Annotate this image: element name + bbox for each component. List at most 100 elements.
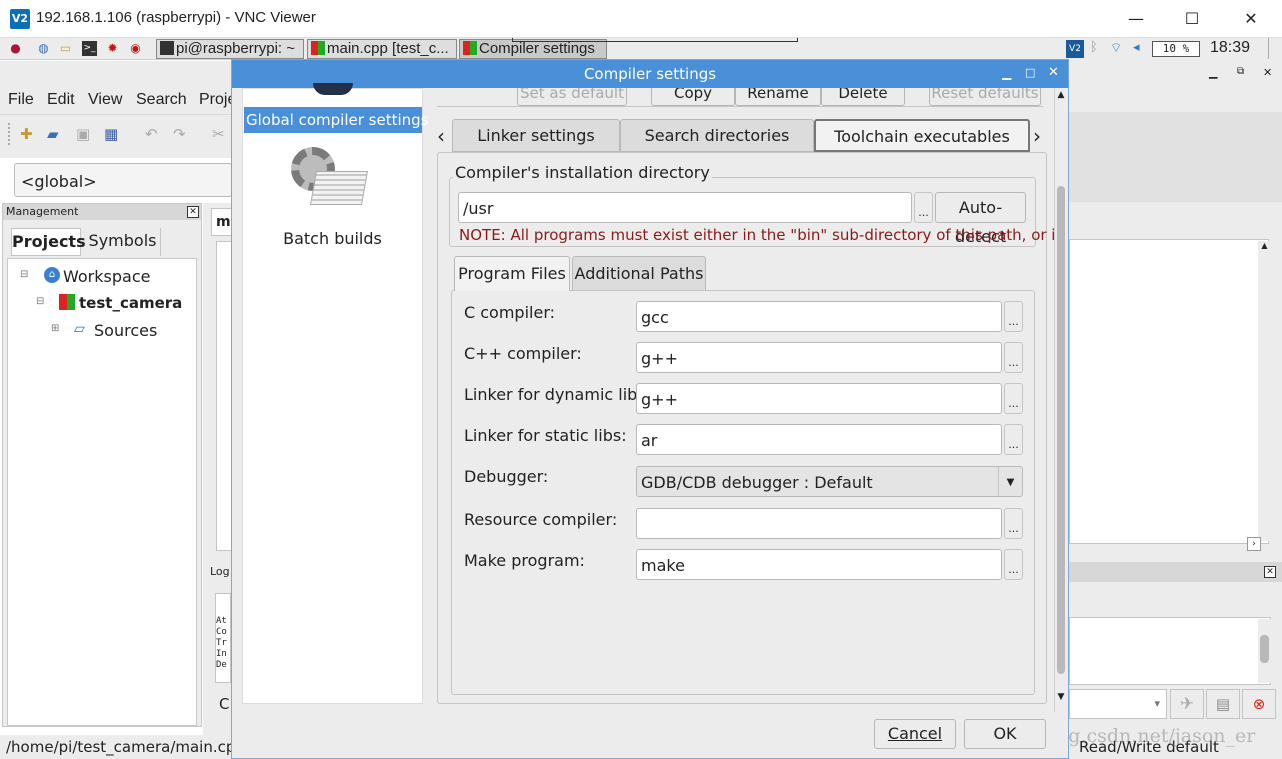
scroll-thumb[interactable] <box>1057 186 1065 674</box>
close-logs-icon[interactable]: ✕ <box>1264 566 1276 578</box>
papers-icon <box>310 171 368 205</box>
editor-tab[interactable]: m <box>211 208 233 236</box>
vnc-tray-icon[interactable]: V2 <box>1066 40 1084 58</box>
debugger-select[interactable]: GDB/CDB debugger : Default ▼ <box>636 466 1023 497</box>
management-title: Management <box>6 205 79 218</box>
scroll-thumb[interactable] <box>1260 635 1269 663</box>
reset-defaults-button[interactable]: Reset defaults <box>929 88 1041 106</box>
tab-toolchain-executables[interactable]: Toolchain executables <box>814 119 1030 152</box>
editor-area[interactable] <box>216 241 232 551</box>
scope-combo[interactable]: <global> <box>14 163 232 197</box>
tree-project[interactable]: test_camera <box>79 294 182 312</box>
dynamic-linker-browse-button[interactable]: ... <box>1004 383 1023 414</box>
terminal-icon[interactable]: >_ <box>82 41 97 56</box>
close-window-button[interactable]: ✕ <box>1222 0 1280 38</box>
scroll-down-icon[interactable]: ▼ <box>1055 692 1067 702</box>
subtab-program-files[interactable]: Program Files <box>454 256 570 291</box>
toolbar-area <box>1069 112 1282 202</box>
minimize-button[interactable]: — <box>1107 0 1165 38</box>
dialog-close-icon[interactable]: ✕ <box>1048 65 1059 80</box>
stop-icon[interactable]: ⊗ <box>1242 689 1276 719</box>
dialog-maximize-icon[interactable]: □ <box>1025 66 1035 79</box>
raspberry-menu-icon[interactable]: ● <box>8 41 23 56</box>
maximize-button[interactable]: ☐ <box>1163 0 1221 38</box>
resource-compiler-browse-button[interactable]: ... <box>1004 508 1023 539</box>
auto-detect-button[interactable]: Auto-detect <box>935 192 1026 246</box>
ok-button[interactable]: OK <box>964 719 1046 749</box>
category-batch-builds[interactable]: Batch builds <box>243 229 422 248</box>
cancel-button[interactable]: Cancel <box>874 719 956 749</box>
subtab-additional-paths[interactable]: Additional Paths <box>572 256 706 291</box>
dynamic-linker-input[interactable]: g++ <box>636 383 1002 414</box>
install-dir-input[interactable]: /usr <box>458 192 912 223</box>
editor-right[interactable] <box>1069 239 1269 544</box>
rename-button[interactable]: Rename <box>735 88 821 106</box>
file-manager-icon[interactable]: ▭ <box>58 41 73 56</box>
open-file-icon[interactable]: ▰ <box>47 125 59 143</box>
tab-search-directories[interactable]: Search directories <box>620 119 814 152</box>
scroll-up-icon[interactable]: ▲ <box>1258 241 1271 250</box>
ide-restore-icon[interactable]: ⧉ <box>1237 66 1244 77</box>
c-compiler-label: C compiler: <box>464 303 556 322</box>
make-program-browse-button[interactable]: ... <box>1004 549 1023 580</box>
math-kernel-icon[interactable]: ✹ <box>105 41 120 56</box>
install-dir-browse-button[interactable]: ... <box>914 192 933 223</box>
management-header: Management <box>3 204 201 220</box>
collapse-icon[interactable]: ⊟ <box>20 269 28 280</box>
wolfram-icon[interactable]: ◉ <box>128 41 143 56</box>
c-compiler-browse-button[interactable]: ... <box>1004 301 1023 332</box>
static-linker-browse-button[interactable]: ... <box>1004 424 1023 455</box>
task-terminal[interactable]: pi@raspberrypi: ~ <box>156 39 304 59</box>
set-as-default-button[interactable]: Set as default <box>517 88 627 106</box>
make-program-input[interactable]: make <box>636 549 1002 580</box>
send-icon[interactable]: ✈ <box>1170 689 1204 719</box>
cpp-compiler-input[interactable]: g++ <box>636 342 1002 373</box>
web-browser-icon[interactable]: ◍ <box>36 41 51 56</box>
close-panel-icon[interactable]: ✕ <box>187 206 199 218</box>
resource-compiler-input[interactable] <box>636 508 1002 539</box>
tree-sources[interactable]: Sources <box>94 321 157 340</box>
menu-file[interactable]: File <box>8 91 34 109</box>
task-codeblocks[interactable]: main.cpp [test_c... <box>307 39 457 59</box>
menu-search[interactable]: Search <box>136 91 187 109</box>
tree-workspace[interactable]: Workspace <box>63 267 150 286</box>
wifi-icon[interactable]: ⌔ <box>1110 40 1122 56</box>
log-line: At <box>216 616 227 626</box>
save-icon[interactable]: ▣ <box>76 125 90 143</box>
folder-open-icon[interactable]: ▤ <box>1206 689 1240 719</box>
dialog-scrollbar[interactable]: ▲ ▼ <box>1054 88 1067 712</box>
tab-projects[interactable]: Projects <box>11 228 86 256</box>
scroll-up-icon[interactable]: ▲ <box>1055 90 1067 100</box>
redo-icon[interactable]: ↷ <box>173 125 186 143</box>
ide-close-icon[interactable]: ✕ <box>1263 66 1272 79</box>
cut-icon[interactable]: ✂ <box>212 125 225 143</box>
delete-button[interactable]: Delete <box>821 88 905 106</box>
category-global-compiler[interactable]: Global compiler settings <box>244 107 429 133</box>
tab-linker-settings[interactable]: Linker settings <box>452 119 620 152</box>
scroll-right-icon[interactable]: › <box>1247 537 1261 551</box>
static-linker-input[interactable]: ar <box>636 424 1002 455</box>
save-all-icon[interactable]: ▦ <box>104 125 118 143</box>
tab-scroll-right-icon[interactable]: › <box>1033 124 1041 148</box>
cpp-compiler-browse-button[interactable]: ... <box>1004 342 1023 373</box>
ide-minimize-icon[interactable]: ▁ <box>1209 66 1217 79</box>
expand-icon[interactable]: ⊞ <box>51 323 59 334</box>
new-file-icon[interactable]: ✚ <box>20 125 33 143</box>
collapse-icon[interactable]: ⊟ <box>36 296 44 307</box>
copy-button[interactable]: Copy <box>651 88 735 106</box>
dialog-minimize-icon[interactable]: ▁ <box>1002 66 1011 80</box>
management-panel: Management ✕ Projects Symbols ⊟ ⌂ Worksp… <box>2 203 202 727</box>
log-scrollbar[interactable] <box>1258 619 1271 683</box>
editor-scrollbar[interactable]: ▲ <box>1258 241 1271 541</box>
divider <box>437 106 1043 107</box>
menu-edit[interactable]: Edit <box>47 91 75 109</box>
tab-symbols[interactable]: Symbols <box>85 228 161 256</box>
command-combo[interactable]: ▾ <box>1069 689 1167 719</box>
tab-scroll-left-icon[interactable]: ‹ <box>437 124 445 148</box>
volume-icon[interactable]: ◂ <box>1133 40 1140 55</box>
undo-icon[interactable]: ↶ <box>145 125 158 143</box>
menu-view[interactable]: View <box>88 91 122 109</box>
task-compiler-settings[interactable]: Compiler settings <box>459 39 607 59</box>
c-compiler-input[interactable]: gcc <box>636 301 1002 332</box>
bluetooth-icon[interactable]: ᛒ <box>1090 40 1098 55</box>
